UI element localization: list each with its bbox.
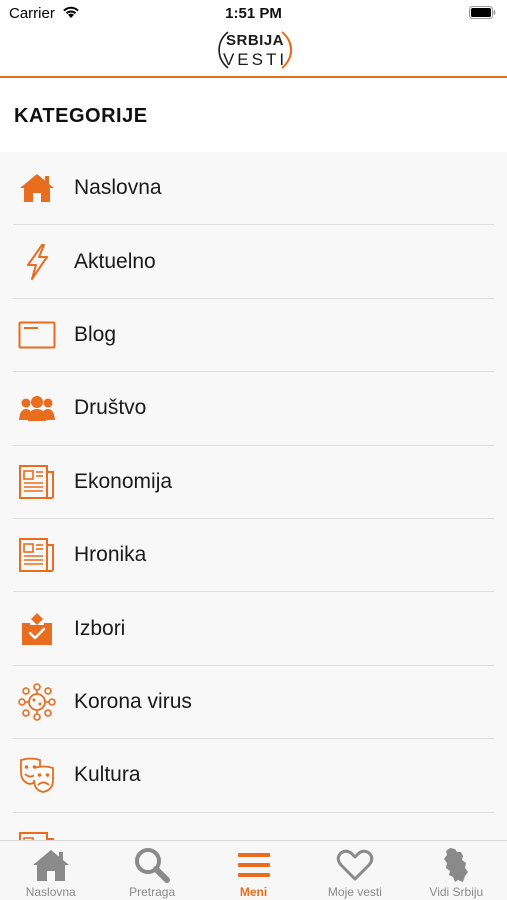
- newspaper-icon: [18, 463, 56, 501]
- newspaper-icon: [18, 536, 56, 574]
- lightning-icon: [18, 243, 56, 281]
- category-item-blog[interactable]: Blog: [13, 299, 494, 373]
- tab-naslovna[interactable]: Naslovna: [0, 841, 101, 900]
- category-label: Korona virus: [74, 689, 192, 713]
- tab-moje-vesti[interactable]: Moje vesti: [304, 841, 405, 900]
- category-item-hronika[interactable]: Hronika: [13, 519, 494, 593]
- map-icon: [441, 846, 471, 884]
- logo-line-1: SRBIJA: [225, 32, 284, 49]
- search-icon: [133, 846, 171, 884]
- theater-masks-icon: [18, 756, 56, 794]
- people-icon: [18, 389, 56, 427]
- category-item-ekonomija[interactable]: Ekonomija: [13, 446, 494, 519]
- category-label: Kultura: [74, 763, 141, 787]
- home-icon: [18, 169, 56, 207]
- logo-line-2: VESTI: [222, 50, 288, 69]
- clock: 1:51 PM: [225, 5, 282, 22]
- category-label: Aktuelno: [74, 249, 156, 273]
- menu-icon: [236, 846, 272, 884]
- category-item-aktuelno[interactable]: Aktuelno: [13, 225, 494, 299]
- category-label: Društvo: [74, 396, 147, 420]
- page-title: KATEGORIJE: [14, 105, 148, 127]
- battery-icon: [469, 6, 496, 24]
- category-label: Ekonomija: [74, 469, 173, 493]
- category-label: Izbori: [74, 616, 126, 640]
- heart-icon: [336, 846, 374, 884]
- category-item-kultura[interactable]: Kultura: [13, 739, 494, 813]
- tab-label: Pretraga: [129, 885, 176, 899]
- tab-label: Meni: [239, 885, 268, 899]
- category-item-partial[interactable]: [13, 813, 494, 840]
- newspaper-icon: [18, 830, 56, 840]
- tab-label: Moje vesti: [327, 885, 382, 899]
- tab-label: Naslovna: [25, 885, 76, 899]
- category-label: Blog: [74, 322, 117, 346]
- tab-meni[interactable]: Meni: [203, 841, 304, 900]
- tab-vidi-srbiju[interactable]: Vidi Srbiju: [406, 841, 507, 900]
- category-item-izbori[interactable]: Izbori: [13, 592, 494, 666]
- home-icon: [31, 846, 71, 884]
- virus-icon: [18, 683, 56, 721]
- tab-bar: Naslovna Pretraga Meni Moje vesti Vidi S…: [0, 840, 507, 900]
- category-label: Naslovna: [74, 176, 162, 200]
- category-item-korona-virus[interactable]: Korona virus: [13, 666, 494, 740]
- tab-pretraga[interactable]: Pretraga: [101, 841, 202, 900]
- category-item-drustvo[interactable]: Društvo: [13, 372, 494, 446]
- title-bar: KATEGORIJE: [0, 78, 507, 152]
- tab-label: Vidi Srbiju: [429, 885, 484, 899]
- category-list: Naslovna Aktuelno Blog Društvo Ekonomija…: [0, 152, 507, 840]
- blog-icon: [18, 316, 56, 354]
- app-logo: SRBIJA VESTI: [216, 22, 294, 76]
- category-item-naslovna[interactable]: Naslovna: [13, 152, 494, 226]
- category-label: Hronika: [74, 543, 147, 567]
- ballot-box-icon: [18, 610, 56, 648]
